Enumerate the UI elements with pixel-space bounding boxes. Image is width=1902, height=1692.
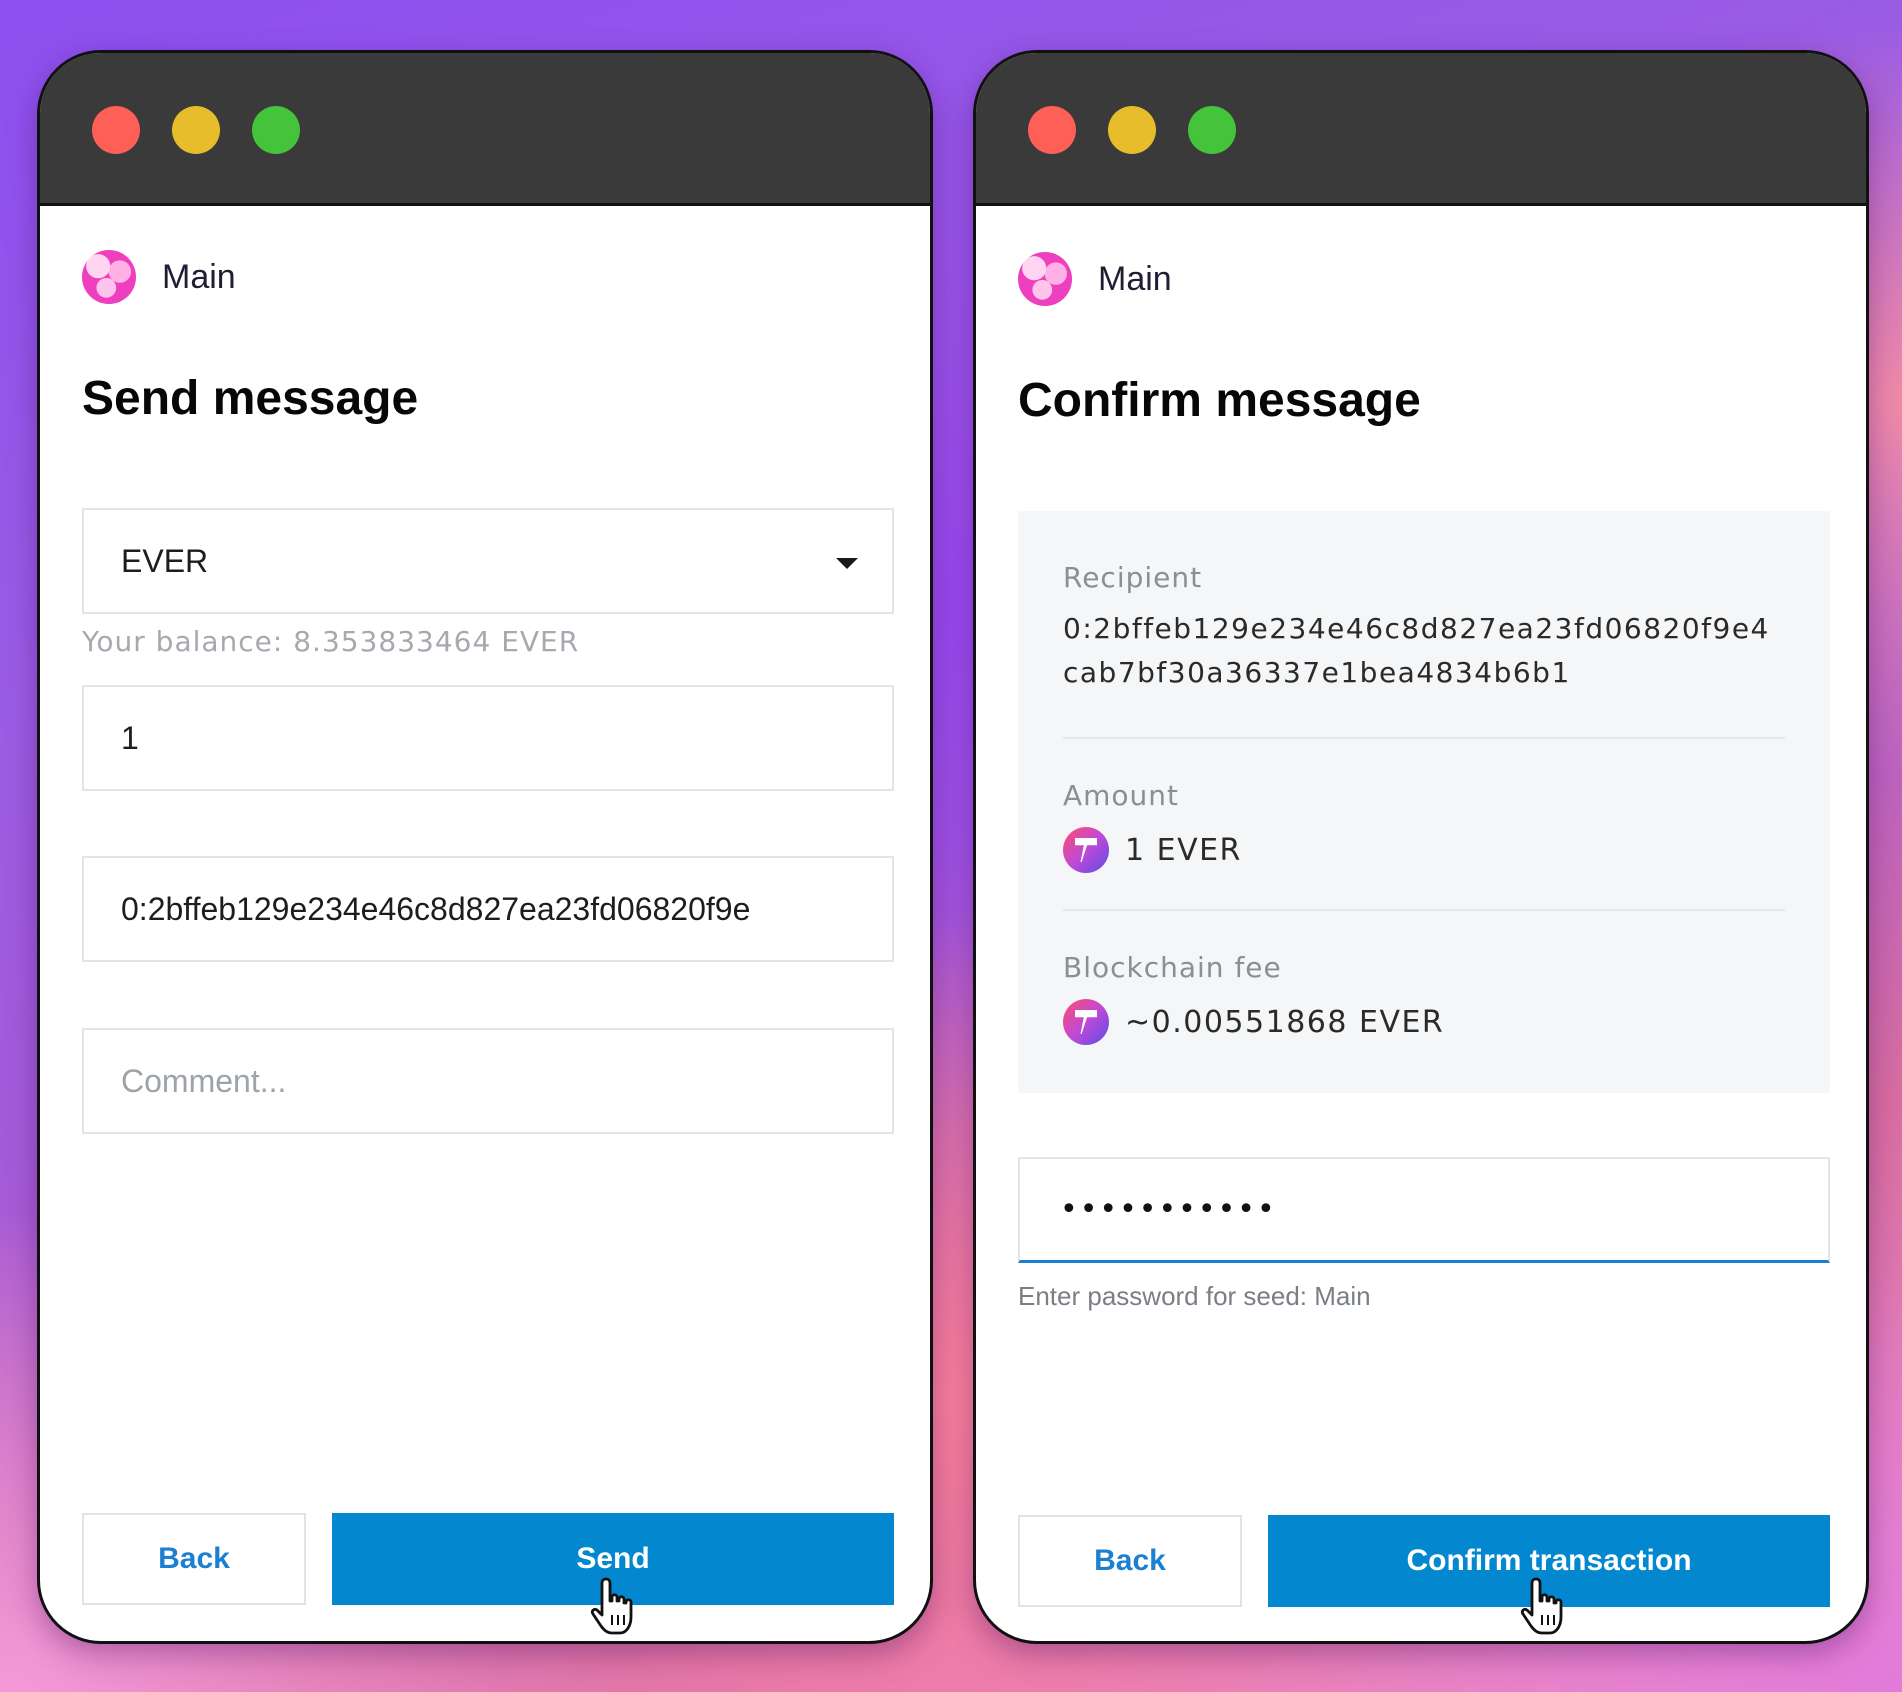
window-titlebar: [40, 53, 930, 206]
blockchain-fee-value: ~0.00551868 EVER: [1125, 1004, 1445, 1040]
transaction-details-panel: Recipient 0:2bffeb129e234e46c8d827ea23fd…: [1018, 511, 1830, 1093]
recipient-address: 0:2bffeb129e234e46c8d827ea23fd06820f9e4c…: [1063, 612, 1770, 689]
amount-input[interactable]: 1: [82, 685, 894, 791]
password-input[interactable]: •••••••••••: [1018, 1157, 1830, 1263]
recipient-address-input[interactable]: 0:2bffeb129e234e46c8d827ea23fd06820f9e: [82, 856, 894, 962]
close-window-button[interactable]: [92, 106, 140, 154]
ever-token-icon: [1063, 999, 1109, 1045]
account-header: Main: [82, 249, 236, 305]
send-message-window: Main Send message EVER Your balance: 8.3…: [37, 50, 933, 1644]
account-name: Main: [162, 257, 236, 296]
recipient-label: Recipient: [1063, 561, 1203, 594]
balance-text: Your balance: 8.353833464 EVER: [82, 625, 580, 658]
account-name: Main: [1098, 259, 1172, 298]
fee-row: ~0.00551868 EVER: [1063, 999, 1444, 1045]
maximize-window-button[interactable]: [1188, 106, 1236, 154]
avatar: [82, 250, 136, 304]
divider: [1063, 909, 1785, 911]
close-window-button[interactable]: [1028, 106, 1076, 154]
back-button[interactable]: Back: [1018, 1515, 1242, 1607]
password-masked-value: •••••••••••: [1060, 1192, 1277, 1227]
password-hint: Enter password for seed: Main: [1018, 1281, 1371, 1311]
minimize-window-button[interactable]: [172, 106, 220, 154]
recipient-address-value: 0:2bffeb129e234e46c8d827ea23fd06820f9e: [121, 890, 751, 927]
comment-input[interactable]: Comment...: [82, 1028, 894, 1134]
comment-placeholder: Comment...: [121, 1062, 287, 1099]
token-select[interactable]: EVER: [82, 508, 894, 614]
hand-pointer-cursor-icon: [1520, 1577, 1563, 1635]
confirm-message-window: Main Confirm message Recipient 0:2bffeb1…: [973, 50, 1869, 1644]
window-titlebar: [976, 53, 1866, 206]
maximize-window-button[interactable]: [252, 106, 300, 154]
hand-pointer-cursor-icon: [590, 1577, 633, 1635]
amount-input-value: 1: [121, 719, 139, 756]
ever-token-icon: [1063, 827, 1109, 873]
avatar: [1018, 252, 1072, 306]
amount-label: Amount: [1063, 779, 1180, 812]
blockchain-fee-label: Blockchain fee: [1063, 951, 1282, 984]
dropdown-caret-icon: [836, 558, 858, 569]
minimize-window-button[interactable]: [1108, 106, 1156, 154]
page-title: Send message: [82, 372, 419, 425]
token-select-value: EVER: [121, 542, 209, 579]
account-header: Main: [1018, 251, 1172, 307]
back-button[interactable]: Back: [82, 1513, 306, 1605]
amount-value: 1 EVER: [1125, 832, 1242, 868]
amount-row: 1 EVER: [1063, 827, 1242, 873]
page-title: Confirm message: [1018, 374, 1421, 427]
divider: [1063, 737, 1785, 739]
